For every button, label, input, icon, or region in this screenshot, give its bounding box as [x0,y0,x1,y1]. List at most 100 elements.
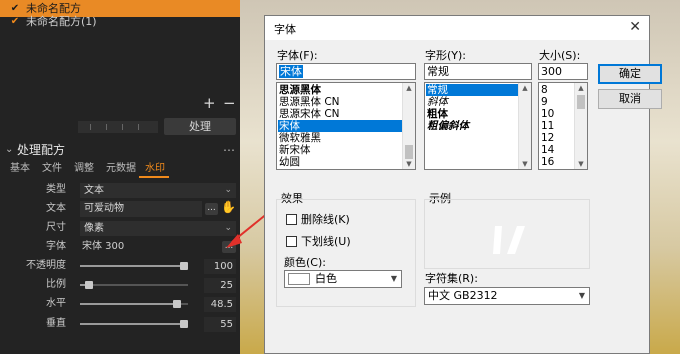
scale-slider-handle[interactable] [85,281,93,289]
list-item[interactable]: 9 [540,96,574,108]
recipe-label: 未命名配方(1) [26,15,97,28]
cancel-button[interactable]: 取消 [598,89,662,109]
list-item[interactable]: 11 [540,120,574,132]
list-item[interactable]: 新宋体 [278,144,402,156]
tab-basic[interactable]: 基本 [10,161,30,177]
style-list-scrollbar[interactable]: ▲ ▼ [518,83,531,169]
font-family-label: 字体(F): [277,49,318,62]
strikeout-checkbox[interactable] [286,214,297,225]
charset-value: 中文 GB2312 [428,289,498,302]
check-icon: ✔ [10,16,20,27]
section-header[interactable]: ⌄ 处理配方 ⋯ [3,141,237,159]
horizontal-slider-fill [80,303,180,305]
color-select[interactable]: 白色 ▼ [284,270,402,288]
color-swatch [288,273,310,285]
list-item[interactable]: 16 [540,156,574,168]
list-item[interactable]: 10 [540,108,574,120]
ok-button[interactable]: 确定 [598,64,662,84]
vertical-label: 垂直 [46,318,66,329]
recipe-item[interactable]: ✔ 未命名配方(1) [0,13,240,30]
chevron-down-icon[interactable]: ⌄ [5,141,13,159]
chevron-down-icon: ▼ [390,274,397,283]
opacity-value[interactable]: 100 [204,259,236,274]
text-input[interactable]: 可爱动物 [80,201,202,217]
tab-file[interactable]: 文件 [42,161,62,177]
font-size-list[interactable]: 8 9 10 11 12 14 16 ▲ ▼ [538,82,588,170]
list-item[interactable]: 粗体 [426,108,518,120]
underline-checkbox[interactable] [286,236,297,247]
more-menu-icon[interactable]: ⋯ [223,141,235,159]
remove-recipe-button[interactable]: − [223,94,236,112]
list-item[interactable]: 12 [540,132,574,144]
export-panel: ✔ 未命名配方 ✔ 未命名配方(1) + − 处理 ⌄ 处理配方 ⋯ 基本 文件… [0,0,240,354]
horizontal-value[interactable]: 48.5 [204,297,236,312]
scale-slider-track[interactable] [80,284,188,286]
font-dialog: 字体 ✕ 字体(F): 宋体 思源黑体 思源黑体 CN 思源宋体 CN 宋体 微… [264,15,662,354]
scroll-thumb[interactable] [577,95,585,109]
font-family-value: 宋体 [279,65,303,78]
font-family-input[interactable]: 宋体 [276,63,416,80]
underline-label[interactable]: 下划线(U) [301,235,351,249]
font-style-input[interactable]: 常规 [424,63,532,80]
scroll-down-icon[interactable]: ▼ [575,159,587,169]
sample-preview [493,226,525,254]
text-label: 文本 [46,203,66,214]
scale-value[interactable]: 25 [204,278,236,293]
font-style-label: 字形(Y): [425,49,467,62]
dialog-title: 字体 [274,23,296,36]
list-item[interactable]: 14 [540,144,574,156]
list-item[interactable]: 斜体 [426,96,518,108]
charset-select[interactable]: 中文 GB2312 ▼ [424,287,590,305]
list-item[interactable]: 幼圆 [278,156,402,168]
vertical-value[interactable]: 55 [204,317,236,332]
vertical-slider-handle[interactable] [180,320,188,328]
list-item[interactable]: 思源黑体 [278,84,402,96]
recipe-progress-field [78,121,158,133]
list-item[interactable]: 思源黑体 CN [278,96,402,108]
process-button[interactable]: 处理 [164,118,236,135]
sample-group [424,199,590,269]
font-family-list[interactable]: 思源黑体 思源黑体 CN 思源宋体 CN 宋体 微软雅黑 新宋体 幼圆 ▲ ▼ [276,82,416,170]
text-more-button[interactable]: ... [205,203,218,215]
scroll-up-icon[interactable]: ▲ [519,83,531,93]
tab-bar: 基本 文件 调整 元数据 水印 [0,161,240,177]
size-select[interactable]: 像素 ⌄ [80,221,236,236]
scroll-up-icon[interactable]: ▲ [403,83,415,93]
list-item[interactable]: 8 [540,84,574,96]
dialog-titlebar[interactable]: 字体 ✕ [265,16,649,40]
tab-watermark[interactable]: 水印 [145,161,165,177]
strikeout-label[interactable]: 删除线(K) [301,213,350,227]
size-list-scrollbar[interactable]: ▲ ▼ [574,83,587,169]
scroll-up-icon[interactable]: ▲ [575,83,587,93]
list-item[interactable]: 思源宋体 CN [278,108,402,120]
scroll-down-icon[interactable]: ▼ [519,159,531,169]
opacity-slider-handle[interactable] [180,262,188,270]
list-item[interactable]: 微软雅黑 [278,132,402,144]
tab-metadata[interactable]: 元数据 [106,161,136,177]
section-title: 处理配方 [17,143,66,157]
font-value: 宋体 300 [82,241,125,252]
font-style-list[interactable]: 常规 斜体 粗体 粗偏斜体 ▲ ▼ [424,82,532,170]
vertical-slider-fill [80,323,188,325]
color-value: 白色 [315,272,337,285]
scroll-thumb[interactable] [405,145,413,159]
font-size-label: 大小(S): [539,49,581,62]
add-recipe-button[interactable]: + [203,94,216,112]
tab-adjust[interactable]: 调整 [74,161,94,177]
size-value: 像素 [84,223,104,234]
scroll-down-icon[interactable]: ▼ [403,159,415,169]
font-size-input[interactable]: 300 [538,63,588,80]
list-item-selected[interactable]: 宋体 [278,120,402,132]
font-list-scrollbar[interactable]: ▲ ▼ [402,83,415,169]
list-item-selected[interactable]: 常规 [426,84,518,96]
close-icon[interactable]: ✕ [629,19,641,35]
list-item[interactable]: 粗偏斜体 [426,120,518,132]
horizontal-slider-handle[interactable] [173,300,181,308]
font-label: 字体 [46,241,66,252]
chevron-down-icon: ▼ [578,291,585,300]
horizontal-label: 水平 [46,298,66,309]
color-label: 颜色(C): [284,256,326,269]
type-select[interactable]: 文本 ⌄ [80,183,236,198]
opacity-slider-fill [80,265,188,267]
scale-label: 比例 [46,279,66,290]
